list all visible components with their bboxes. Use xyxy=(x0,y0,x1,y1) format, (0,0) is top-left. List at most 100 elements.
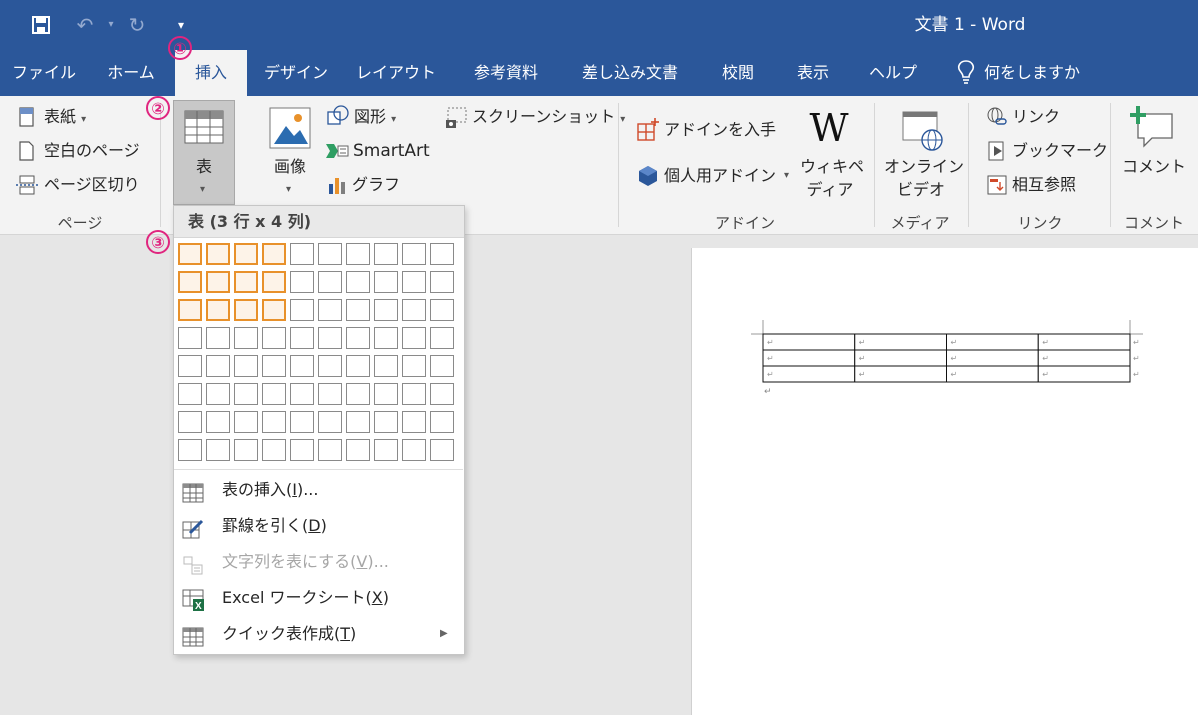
grid-cell[interactable] xyxy=(346,439,370,461)
grid-cell[interactable] xyxy=(206,299,230,321)
picture-label[interactable]: 画像 xyxy=(266,156,314,178)
tab-mailings[interactable]: 差し込み文書 xyxy=(568,50,692,96)
grid-cell[interactable] xyxy=(374,411,398,433)
grid-cell[interactable] xyxy=(290,355,314,377)
grid-cell[interactable] xyxy=(374,243,398,265)
grid-cell[interactable] xyxy=(206,383,230,405)
document-table-cell[interactable] xyxy=(854,349,947,367)
grid-cell[interactable] xyxy=(430,411,454,433)
online-video-label-line2[interactable]: ビデオ xyxy=(884,179,958,201)
grid-cell[interactable] xyxy=(234,299,258,321)
insert-table-menu-item[interactable]: 表の挿入(I)... xyxy=(174,472,463,508)
get-addins-button[interactable]: アドインを入手 xyxy=(664,119,776,141)
tab-view[interactable]: 表示 xyxy=(782,50,844,96)
document-table-cell[interactable] xyxy=(946,365,1039,383)
grid-cell[interactable] xyxy=(234,383,258,405)
cover-page-button[interactable]: 表紙 ▾ xyxy=(44,106,86,131)
grid-cell[interactable] xyxy=(346,411,370,433)
grid-cell[interactable] xyxy=(374,355,398,377)
wikipedia-icon[interactable]: W xyxy=(806,108,852,148)
grid-cell[interactable] xyxy=(346,327,370,349)
bookmark-button[interactable]: ブックマーク xyxy=(1012,140,1108,162)
tab-design[interactable]: デザイン xyxy=(257,50,335,96)
grid-cell[interactable] xyxy=(346,383,370,405)
grid-cell[interactable] xyxy=(402,411,426,433)
grid-cell[interactable] xyxy=(318,439,342,461)
grid-cell[interactable] xyxy=(290,271,314,293)
document-table-cell[interactable] xyxy=(946,333,1039,351)
link-icon[interactable] xyxy=(986,106,1008,128)
tab-file[interactable]: ファイル xyxy=(8,50,80,96)
cover-page-icon[interactable] xyxy=(18,106,38,128)
tab-home[interactable]: ホーム xyxy=(96,50,166,96)
smartart-button[interactable]: SmartArt xyxy=(353,140,430,162)
grid-cell[interactable] xyxy=(234,243,258,265)
grid-cell[interactable] xyxy=(318,243,342,265)
grid-cell[interactable] xyxy=(178,383,202,405)
smartart-icon[interactable] xyxy=(324,140,350,162)
document-table-cell[interactable] xyxy=(1037,349,1131,367)
grid-cell[interactable] xyxy=(430,243,454,265)
my-addins-button[interactable]: 個人用アドイン xyxy=(664,165,776,187)
grid-cell[interactable] xyxy=(402,439,426,461)
document-table-cell[interactable] xyxy=(1037,365,1131,383)
grid-cell[interactable] xyxy=(234,411,258,433)
redo-icon[interactable]: ↻ xyxy=(124,12,150,38)
chart-button[interactable]: グラフ xyxy=(352,174,400,196)
tab-references[interactable]: 参考資料 xyxy=(458,50,554,96)
grid-cell[interactable] xyxy=(290,299,314,321)
quick-tables-menu-item[interactable]: クイック表作成(T) ▶ xyxy=(174,616,463,652)
grid-cell[interactable] xyxy=(402,355,426,377)
document-table[interactable]: ↵ ↵ ↵ ↵ ↵ ↵ ↵ ↵ ↵ ↵ ↵ ↵ ↵ ↵ ↵ xyxy=(762,333,1140,383)
document-table-cell[interactable] xyxy=(854,333,947,351)
cross-reference-icon[interactable] xyxy=(986,174,1008,196)
screenshot-button[interactable]: スクリーンショット ▾ xyxy=(472,106,625,131)
grid-cell[interactable] xyxy=(178,411,202,433)
shapes-icon[interactable] xyxy=(326,104,350,128)
grid-cell[interactable] xyxy=(318,383,342,405)
grid-cell[interactable] xyxy=(262,243,286,265)
grid-cell[interactable] xyxy=(290,243,314,265)
grid-cell[interactable] xyxy=(318,327,342,349)
grid-cell[interactable] xyxy=(402,243,426,265)
document-table-cell[interactable] xyxy=(854,365,947,383)
grid-cell[interactable] xyxy=(402,299,426,321)
document-table-cell[interactable] xyxy=(762,333,856,351)
wikipedia-label-line1[interactable]: ウィキペ xyxy=(800,156,864,178)
grid-cell[interactable] xyxy=(178,355,202,377)
grid-cell[interactable] xyxy=(374,271,398,293)
comment-button-label[interactable]: コメント xyxy=(1122,156,1186,178)
tell-me-input[interactable]: 何をしますか xyxy=(984,50,1096,96)
link-button[interactable]: リンク xyxy=(1012,106,1060,128)
grid-cell[interactable] xyxy=(318,271,342,293)
bookmark-icon[interactable] xyxy=(986,140,1008,162)
grid-cell[interactable] xyxy=(262,439,286,461)
document-table-cell[interactable] xyxy=(946,349,1039,367)
picture-icon[interactable] xyxy=(268,106,312,150)
grid-cell[interactable] xyxy=(234,355,258,377)
customize-qat-icon[interactable]: ▾ xyxy=(168,12,194,38)
online-video-icon[interactable] xyxy=(900,108,944,152)
grid-cell[interactable] xyxy=(374,327,398,349)
grid-cell[interactable] xyxy=(430,299,454,321)
grid-cell[interactable] xyxy=(178,299,202,321)
wikipedia-label-line2[interactable]: ディア xyxy=(800,179,860,201)
grid-cell[interactable] xyxy=(290,439,314,461)
blank-page-icon[interactable] xyxy=(18,140,38,162)
chart-icon[interactable] xyxy=(326,174,348,196)
grid-cell[interactable] xyxy=(178,243,202,265)
tab-review[interactable]: 校閲 xyxy=(707,50,769,96)
grid-cell[interactable] xyxy=(262,327,286,349)
save-icon[interactable] xyxy=(28,12,54,38)
grid-cell[interactable] xyxy=(346,271,370,293)
picture-dropdown-caret[interactable]: ▾ xyxy=(286,184,291,195)
document-table-cell[interactable] xyxy=(1037,333,1131,351)
grid-cell[interactable] xyxy=(234,439,258,461)
table-grid-picker[interactable] xyxy=(178,243,458,465)
grid-cell[interactable] xyxy=(290,383,314,405)
grid-cell[interactable] xyxy=(234,327,258,349)
undo-icon[interactable]: ↶ xyxy=(72,12,98,38)
grid-cell[interactable] xyxy=(290,327,314,349)
grid-cell[interactable] xyxy=(318,299,342,321)
excel-spreadsheet-menu-item[interactable]: X Excel ワークシート(X) xyxy=(174,580,463,616)
